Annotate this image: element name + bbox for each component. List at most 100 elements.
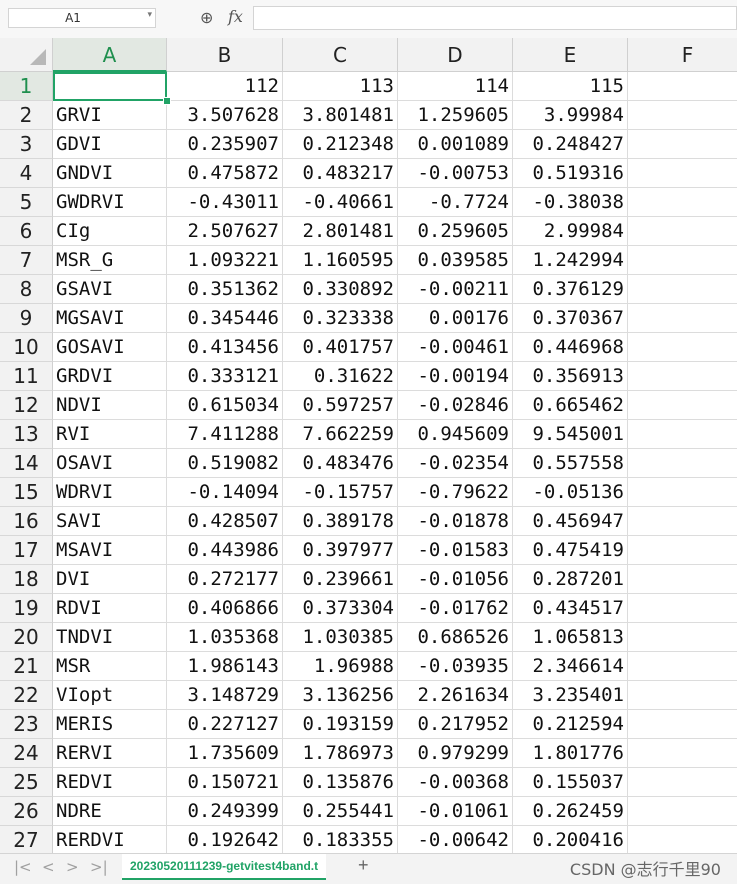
cell[interactable] [628, 391, 737, 420]
row-header[interactable]: 18 [0, 565, 53, 594]
cell[interactable]: 0.135876 [283, 768, 398, 797]
row-header[interactable]: 19 [0, 594, 53, 623]
row-header[interactable]: 23 [0, 710, 53, 739]
cell[interactable]: RDVI [53, 594, 167, 623]
cell[interactable]: 3.507628 [167, 101, 283, 130]
cell[interactable]: 1.030385 [283, 623, 398, 652]
row-header[interactable]: 3 [0, 130, 53, 159]
fill-handle[interactable] [163, 97, 171, 105]
cell[interactable]: REDVI [53, 768, 167, 797]
cell[interactable]: 9.545001 [513, 420, 628, 449]
cell[interactable]: -0.14094 [167, 478, 283, 507]
cell[interactable]: -0.00368 [398, 768, 513, 797]
cell[interactable] [628, 362, 737, 391]
name-box[interactable]: A1 ▾ [8, 8, 156, 28]
cell[interactable]: 2.801481 [283, 217, 398, 246]
cell[interactable]: 0.615034 [167, 391, 283, 420]
cell[interactable]: 0.376129 [513, 275, 628, 304]
cell[interactable]: MSR [53, 652, 167, 681]
cell[interactable]: 0.217952 [398, 710, 513, 739]
cell[interactable]: GSAVI [53, 275, 167, 304]
cell[interactable]: 0.192642 [167, 826, 283, 853]
cell[interactable]: 0.272177 [167, 565, 283, 594]
cell[interactable]: WDRVI [53, 478, 167, 507]
cell[interactable] [628, 217, 737, 246]
cell[interactable]: 0.039585 [398, 246, 513, 275]
cell[interactable]: -0.00753 [398, 159, 513, 188]
last-sheet-icon[interactable]: >| [90, 858, 108, 876]
fx-icon[interactable]: fx [228, 7, 243, 26]
cell[interactable]: 0.373304 [283, 594, 398, 623]
cell[interactable]: 0.979299 [398, 739, 513, 768]
cell[interactable]: 113 [283, 72, 398, 101]
cell[interactable]: 7.411288 [167, 420, 283, 449]
row-header[interactable]: 11 [0, 362, 53, 391]
cell[interactable] [628, 159, 737, 188]
column-header-e[interactable]: E [513, 38, 628, 72]
cell[interactable]: -0.79622 [398, 478, 513, 507]
column-header-a[interactable]: A [53, 38, 167, 72]
cell[interactable]: 0.200416 [513, 826, 628, 853]
cell[interactable] [628, 565, 737, 594]
cell[interactable]: 0.239661 [283, 565, 398, 594]
cell[interactable]: 1.986143 [167, 652, 283, 681]
cell[interactable]: 0.483476 [283, 449, 398, 478]
cell[interactable]: 1.065813 [513, 623, 628, 652]
cell[interactable]: -0.02354 [398, 449, 513, 478]
column-header-d[interactable]: D [398, 38, 513, 72]
cell[interactable]: 112 [167, 72, 283, 101]
cell[interactable]: 0.150721 [167, 768, 283, 797]
cell[interactable]: 0.475872 [167, 159, 283, 188]
row-header[interactable]: 16 [0, 507, 53, 536]
cell[interactable] [628, 101, 737, 130]
row-header[interactable]: 5 [0, 188, 53, 217]
cell[interactable]: 0.262459 [513, 797, 628, 826]
cell[interactable] [628, 768, 737, 797]
cell[interactable]: SAVI [53, 507, 167, 536]
cell[interactable]: 0.446968 [513, 333, 628, 362]
row-header[interactable]: 2 [0, 101, 53, 130]
first-sheet-icon[interactable]: |< [14, 858, 32, 876]
cell[interactable] [628, 507, 737, 536]
cell[interactable] [628, 333, 737, 362]
cell[interactable]: 0.287201 [513, 565, 628, 594]
cell[interactable]: MSAVI [53, 536, 167, 565]
cell[interactable] [628, 420, 737, 449]
cell[interactable]: CIg [53, 217, 167, 246]
cell[interactable]: 0.519316 [513, 159, 628, 188]
row-header[interactable]: 6 [0, 217, 53, 246]
cell[interactable]: 1.735609 [167, 739, 283, 768]
cell[interactable]: RVI [53, 420, 167, 449]
cell[interactable]: GDVI [53, 130, 167, 159]
cell[interactable] [628, 652, 737, 681]
cell[interactable]: 1.160595 [283, 246, 398, 275]
cell[interactable] [628, 449, 737, 478]
row-header[interactable]: 15 [0, 478, 53, 507]
cell[interactable] [628, 623, 737, 652]
cell[interactable]: 2.346614 [513, 652, 628, 681]
cell[interactable] [628, 739, 737, 768]
cell[interactable]: RERDVI [53, 826, 167, 853]
add-sheet-icon[interactable]: + [358, 855, 369, 876]
cell[interactable]: 0.193159 [283, 710, 398, 739]
cell[interactable]: 2.261634 [398, 681, 513, 710]
cell[interactable]: TNDVI [53, 623, 167, 652]
cell[interactable]: 0.434517 [513, 594, 628, 623]
row-header[interactable]: 9 [0, 304, 53, 333]
cell[interactable]: MGSAVI [53, 304, 167, 333]
cell[interactable]: 0.397977 [283, 536, 398, 565]
cell[interactable]: 0.351362 [167, 275, 283, 304]
cell[interactable]: 1.259605 [398, 101, 513, 130]
cell[interactable]: 0.00176 [398, 304, 513, 333]
cell[interactable]: -0.00461 [398, 333, 513, 362]
cell[interactable]: -0.01878 [398, 507, 513, 536]
cell[interactable]: GRDVI [53, 362, 167, 391]
cell[interactable]: GOSAVI [53, 333, 167, 362]
zoom-icon[interactable]: ⊕ [200, 8, 213, 28]
cell[interactable]: MSR_G [53, 246, 167, 275]
row-header[interactable]: 4 [0, 159, 53, 188]
column-header-b[interactable]: B [167, 38, 283, 72]
cell[interactable] [628, 246, 737, 275]
cell[interactable]: 1.801776 [513, 739, 628, 768]
cell[interactable]: 0.389178 [283, 507, 398, 536]
